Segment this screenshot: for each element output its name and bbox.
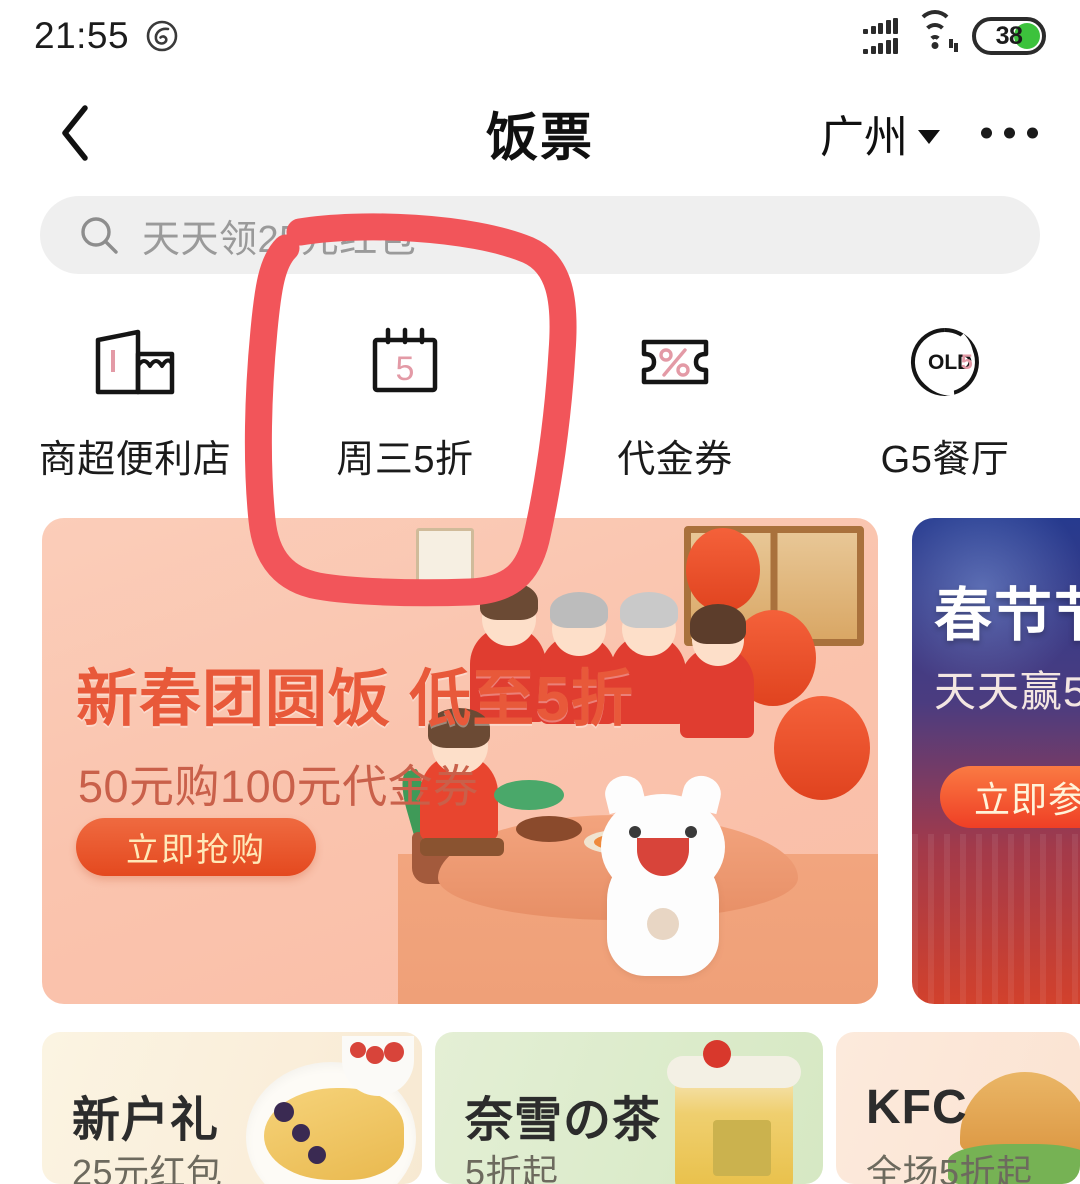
banner-cta-label: 立即抢购 bbox=[126, 831, 266, 868]
page-title: 饭票 bbox=[485, 109, 595, 168]
card-title: 新户礼 bbox=[72, 1094, 220, 1147]
illustration-person-hair bbox=[480, 582, 538, 620]
promo-card-kfc[interactable]: KFC 全场5折起 bbox=[836, 1032, 1080, 1184]
illustration-wall-calendar bbox=[416, 528, 474, 600]
g5-circle-logo-icon: OLD 5 bbox=[897, 320, 993, 404]
category-label: 代金券 bbox=[617, 439, 733, 481]
svg-text:5: 5 bbox=[396, 350, 415, 388]
wifi-icon bbox=[915, 10, 958, 52]
banner-subtitle: 50元购100元代金券 bbox=[78, 761, 479, 812]
city-name: 广州 bbox=[820, 113, 908, 162]
card-subtitle: 全场5折起 bbox=[866, 1152, 1033, 1184]
illustration-person-hair bbox=[550, 592, 608, 628]
category-row: 商超便利店 5 周三5折 代金券 OLD 5 G5餐厅 bbox=[0, 320, 1080, 505]
card-title: 奈雪の茶 bbox=[465, 1094, 662, 1147]
svg-text:5: 5 bbox=[961, 351, 973, 374]
storefront-icon bbox=[87, 320, 183, 404]
illustration-dish bbox=[516, 816, 582, 842]
battery-indicator: 38 bbox=[972, 17, 1046, 55]
banner-cta-label: 立即参 bbox=[974, 779, 1080, 820]
city-selector[interactable]: 广州 bbox=[820, 101, 940, 165]
search-icon bbox=[78, 214, 120, 256]
banner-cta-button[interactable]: 立即抢购 bbox=[76, 818, 316, 876]
card-subtitle: 5折起 bbox=[465, 1152, 559, 1184]
more-options-icon[interactable] bbox=[971, 114, 1048, 153]
category-item-g5-restaurant[interactable]: OLD 5 G5餐厅 bbox=[810, 320, 1080, 505]
promo-card-new-user[interactable]: 新户礼 25元红包 bbox=[42, 1032, 422, 1184]
illustration-lantern bbox=[686, 528, 760, 612]
banner-cta-button[interactable]: 立即参 bbox=[940, 766, 1080, 828]
category-item-convenience-store[interactable]: 商超便利店 bbox=[0, 320, 270, 505]
category-item-voucher[interactable]: 代金券 bbox=[540, 320, 810, 505]
illustration-person-hair bbox=[690, 604, 746, 644]
calendar-5-icon: 5 bbox=[357, 320, 453, 404]
banner-spring-festival[interactable]: 春节节 天天赢5 立即参 bbox=[912, 518, 1080, 1004]
music-note-icon bbox=[145, 19, 179, 53]
status-bar-right: 38 bbox=[863, 10, 1046, 55]
banner-carousel: 新春团圆饭 低至5折 50元购100元代金券 立即抢购 春节节 天天赢5 立即参 bbox=[0, 518, 1080, 1004]
banner-subtitle: 天天赢5 bbox=[934, 668, 1080, 715]
promo-card-row: 新户礼 25元红包 奈雪の茶 5折起 KFC 全场5折起 bbox=[0, 1032, 1080, 1184]
category-label: G5餐厅 bbox=[880, 439, 1010, 481]
banner-new-year-dinner[interactable]: 新春团圆饭 低至5折 50元购100元代金券 立即抢购 bbox=[42, 518, 878, 1004]
banner-title: 春节节 bbox=[934, 583, 1080, 648]
illustration-cat-mascot bbox=[593, 771, 733, 976]
category-item-wednesday-half-off[interactable]: 5 周三5折 bbox=[270, 320, 540, 505]
dual-signal-bars-icon bbox=[863, 18, 898, 54]
category-label: 商超便利店 bbox=[38, 439, 232, 481]
card-subtitle: 25元红包 bbox=[72, 1152, 223, 1184]
promo-card-naixue[interactable]: 奈雪の茶 5折起 bbox=[435, 1032, 823, 1184]
status-bar-left: 21:55 bbox=[34, 15, 179, 57]
banner-title: 新春团圆饭 低至5折 bbox=[76, 665, 634, 734]
category-label: 周三5折 bbox=[336, 439, 474, 481]
illustration-lantern bbox=[774, 696, 870, 800]
page-header: 饭票 广州 bbox=[0, 78, 1080, 188]
caret-down-icon bbox=[918, 130, 940, 144]
illustration-dish bbox=[494, 780, 564, 810]
card-title: KFC bbox=[866, 1081, 968, 1134]
illustration-person-hair bbox=[620, 592, 678, 628]
search-bar[interactable]: 天天领25元红包 bbox=[40, 196, 1040, 274]
percent-coupon-icon bbox=[627, 320, 723, 404]
search-input-placeholder[interactable]: 天天领25元红包 bbox=[142, 208, 416, 263]
status-time: 21:55 bbox=[34, 15, 130, 56]
battery-level-text: 38 bbox=[995, 21, 1023, 50]
status-bar: 21:55 38 bbox=[0, 0, 1080, 72]
illustration-stool bbox=[420, 838, 504, 856]
back-chevron-icon[interactable] bbox=[45, 98, 105, 168]
banner-rays bbox=[912, 834, 1080, 1004]
